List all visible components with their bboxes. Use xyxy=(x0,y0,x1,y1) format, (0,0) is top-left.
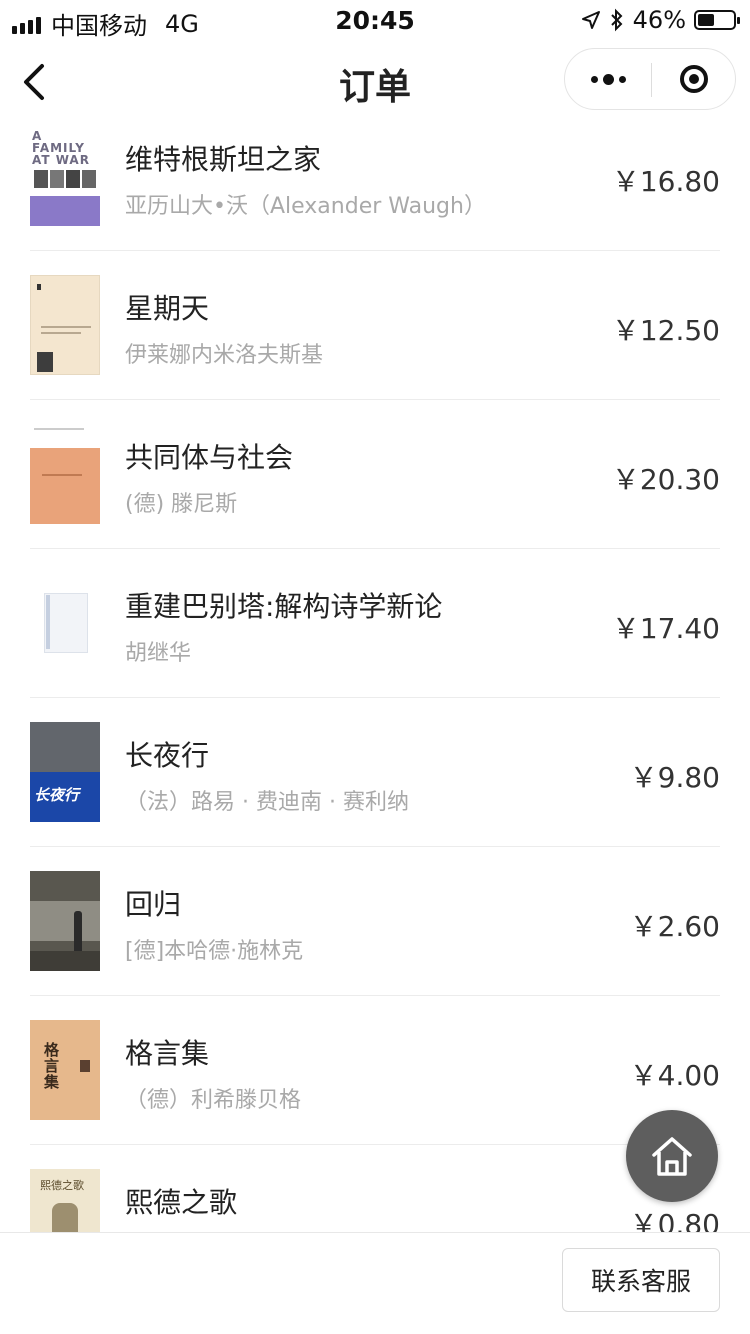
book-price: ￥4.00 xyxy=(629,1059,720,1092)
battery-percent: 46% xyxy=(632,6,686,34)
book-cover xyxy=(30,573,100,673)
cover-text: 熙德之歌 xyxy=(40,1179,84,1192)
book-price: ￥16.80 xyxy=(611,165,720,198)
book-title: 星期天 xyxy=(125,292,210,325)
order-item[interactable]: 回归 [德]本哈德·施林克 ￥2.60 xyxy=(30,847,720,996)
book-cover xyxy=(30,275,100,375)
book-title: 熙德之歌 xyxy=(125,1186,238,1219)
book-author: （德）利希滕贝格 xyxy=(125,1088,302,1113)
book-cover xyxy=(30,871,100,971)
book-author: (德) 滕尼斯 xyxy=(125,492,238,517)
home-button[interactable] xyxy=(626,1110,718,1202)
close-miniprogram-button[interactable] xyxy=(652,49,736,109)
book-author: [德]本哈德·施林克 xyxy=(125,939,304,964)
order-item[interactable]: 重建巴别塔:解构诗学新论 胡继华 ￥17.40 xyxy=(30,549,720,698)
book-author: 胡继华 xyxy=(125,641,192,666)
order-item[interactable]: 格言集 格言集 （德）利希滕贝格 ￥4.00 xyxy=(30,996,720,1145)
order-item[interactable]: 长夜行 长夜行 （法）路易 · 费迪南 · 赛利纳 ￥9.80 xyxy=(30,698,720,847)
status-bar: 中国移动 4G 20:45 46% xyxy=(0,0,750,40)
book-price: ￥17.40 xyxy=(611,612,720,645)
capsule-menu xyxy=(564,48,736,110)
status-right: 46% xyxy=(581,6,740,34)
location-arrow-icon xyxy=(581,11,600,29)
bluetooth-icon xyxy=(610,8,623,32)
more-button[interactable] xyxy=(565,49,651,109)
book-author: （法）路易 · 费迪南 · 赛利纳 xyxy=(125,790,409,815)
book-cover: A FAMILY AT WAR xyxy=(30,126,100,226)
book-title: 长夜行 xyxy=(125,739,210,772)
book-cover: 格言集 xyxy=(30,1020,100,1120)
home-icon xyxy=(652,1137,692,1176)
book-title: 维特根斯坦之家 xyxy=(125,143,322,176)
book-price: ￥12.50 xyxy=(611,314,720,347)
book-cover: 长夜行 xyxy=(30,722,100,822)
contact-service-button[interactable]: 联系客服 xyxy=(562,1248,720,1312)
order-item[interactable]: 共同体与社会 (德) 滕尼斯 ￥20.30 xyxy=(30,400,720,549)
order-item[interactable]: 熙德之歌 熙德之歌 ￥0.80 xyxy=(30,1145,720,1232)
book-price: ￥0.80 xyxy=(629,1208,720,1232)
order-list: A FAMILY AT WAR 维特根斯坦之家 亚历山大•沃（Alexander… xyxy=(0,102,750,1232)
book-author: 伊莱娜内米洛夫斯基 xyxy=(125,343,324,368)
book-title: 共同体与社会 xyxy=(125,441,294,474)
target-ring-icon xyxy=(680,65,708,93)
cover-text: 格言集 xyxy=(44,1041,60,1091)
book-price: ￥9.80 xyxy=(629,761,720,794)
book-title: 格言集 xyxy=(125,1037,210,1070)
cover-text: A FAMILY AT WAR xyxy=(32,129,90,167)
cover-text: 长夜行 xyxy=(34,786,80,804)
book-price: ￥2.60 xyxy=(629,910,720,943)
book-author: 亚历山大•沃（Alexander Waugh） xyxy=(125,194,486,219)
battery-icon xyxy=(694,10,740,30)
book-cover: 熙德之歌 xyxy=(30,1169,100,1232)
book-title: 重建巴别塔:解构诗学新论 xyxy=(125,590,443,623)
order-item[interactable]: A FAMILY AT WAR 维特根斯坦之家 亚历山大•沃（Alexander… xyxy=(30,102,720,251)
bottom-bar: 联系客服 xyxy=(0,1232,750,1334)
book-price: ￥20.30 xyxy=(611,463,720,496)
book-title: 回归 xyxy=(125,888,182,921)
more-dots-icon xyxy=(590,73,626,85)
order-item[interactable]: 星期天 伊莱娜内米洛夫斯基 ￥12.50 xyxy=(30,251,720,400)
book-cover xyxy=(30,424,100,524)
